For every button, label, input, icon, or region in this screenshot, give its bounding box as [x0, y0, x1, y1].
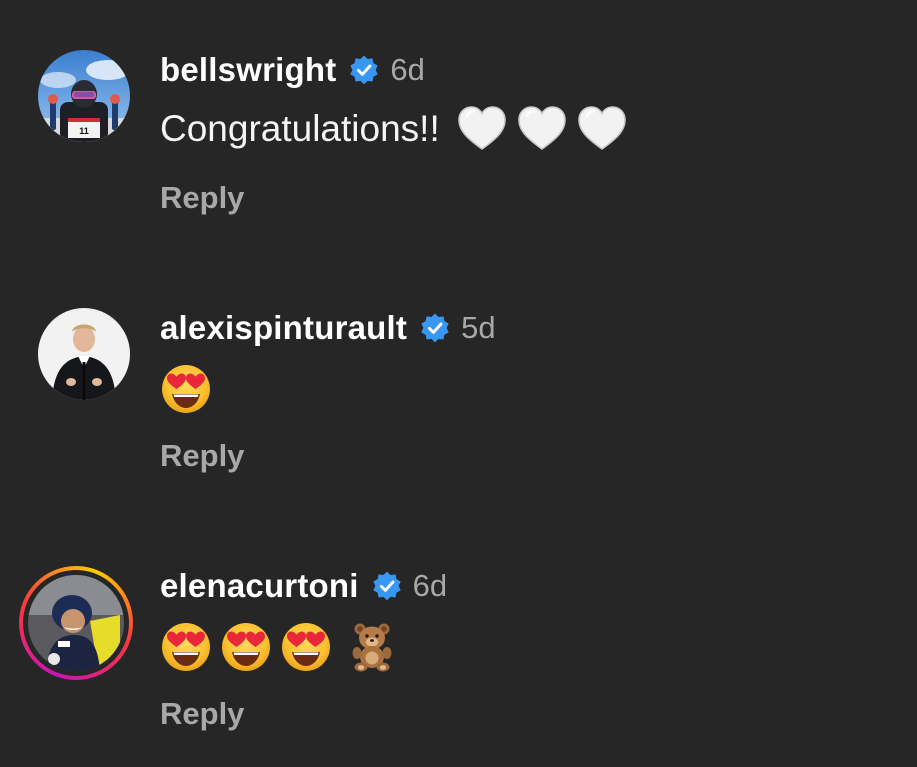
username[interactable]: elenacurtoni [160, 567, 359, 605]
heart-eyes-face-icon [160, 621, 212, 673]
teddy-bear-icon [346, 621, 398, 673]
timestamp: 6d [390, 52, 425, 87]
verified-badge-icon [371, 570, 403, 602]
avatar[interactable] [38, 308, 130, 400]
timestamp: 6d [412, 568, 448, 603]
heart-eyes-face-icon [220, 621, 272, 673]
reply-button[interactable]: Reply [160, 696, 244, 732]
avatar-skier-image: 11 [38, 50, 130, 142]
verified-badge-icon [348, 54, 380, 86]
story-ring[interactable] [19, 566, 133, 680]
username[interactable]: alexispinturault [160, 309, 407, 347]
white-heart-icon [516, 103, 568, 155]
username[interactable]: bellswright [160, 51, 336, 89]
comment-header: bellswright 6d [160, 50, 425, 90]
verified-badge-icon [419, 312, 451, 344]
comment-header: elenacurtoni 6d [160, 566, 447, 606]
heart-eyes-face-icon [280, 621, 332, 673]
avatar-suit-image [38, 308, 130, 400]
comment-text [160, 361, 220, 417]
comment-text [160, 619, 406, 675]
svg-text:11: 11 [79, 126, 89, 136]
white-heart-icon [456, 103, 508, 155]
reply-button[interactable]: Reply [160, 438, 244, 474]
avatar [28, 575, 124, 671]
comment-item: 11 bellswright 6d Congratulations!! Repl… [0, 0, 917, 230]
avatar-athlete-image [28, 575, 124, 671]
reply-button[interactable]: Reply [160, 180, 244, 216]
comment-text: Congratulations!! [160, 101, 636, 157]
comment-header: alexispinturault 5d [160, 308, 496, 348]
avatar[interactable]: 11 [38, 50, 130, 142]
heart-eyes-face-icon [160, 363, 212, 415]
comment-item: elenacurtoni 6d Reply [0, 516, 917, 746]
comment-item: alexispinturault 5d Reply [0, 258, 917, 488]
white-heart-icon [576, 103, 628, 155]
timestamp: 5d [461, 310, 496, 345]
comment-body: Congratulations!! [160, 108, 440, 149]
